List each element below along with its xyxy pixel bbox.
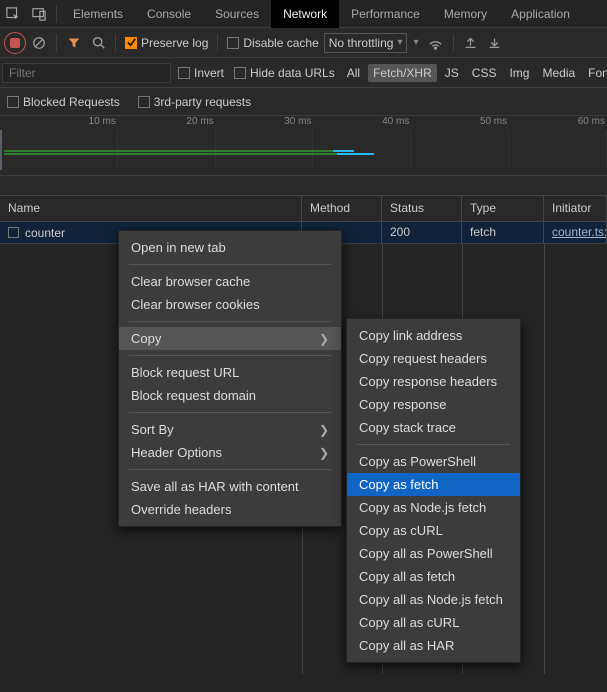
ctx-copy-as-node-fetch[interactable]: Copy as Node.js fetch bbox=[347, 496, 520, 519]
timeline-tick: 50 ms bbox=[411, 116, 509, 130]
ctx-copy-all-node-fetch[interactable]: Copy all as Node.js fetch bbox=[347, 588, 520, 611]
col-initiator[interactable]: Initiator bbox=[544, 196, 607, 221]
preserve-log-label: Preserve log bbox=[141, 36, 208, 50]
third-party-label: 3rd-party requests bbox=[154, 95, 251, 109]
throttling-select[interactable]: No throttling ▾ bbox=[324, 33, 408, 53]
cell-type: fetch bbox=[462, 222, 544, 243]
inspect-icon[interactable] bbox=[0, 0, 26, 28]
blocked-requests-checkbox[interactable]: Blocked Requests bbox=[4, 95, 123, 109]
col-type[interactable]: Type bbox=[462, 196, 544, 221]
ctx-header-options[interactable]: Header Options❯ bbox=[119, 441, 341, 464]
ctx-copy-all-har[interactable]: Copy all as HAR bbox=[347, 634, 520, 657]
upload-har-icon[interactable] bbox=[460, 32, 482, 54]
ctx-override-headers[interactable]: Override headers bbox=[119, 498, 341, 521]
ctx-copy-stack-trace[interactable]: Copy stack trace bbox=[347, 416, 520, 439]
ctx-copy-response[interactable]: Copy response bbox=[347, 393, 520, 416]
filter-type-all[interactable]: All bbox=[342, 64, 365, 82]
filter-type-css[interactable]: CSS bbox=[467, 64, 502, 82]
chevron-right-icon: ❯ bbox=[319, 332, 329, 346]
ctx-copy-all-powershell[interactable]: Copy all as PowerShell bbox=[347, 542, 520, 565]
timeline-tick: 60 ms bbox=[509, 116, 607, 130]
filter-type-img[interactable]: Img bbox=[504, 64, 534, 82]
context-menu-copy-sub: Copy link address Copy request headers C… bbox=[346, 318, 521, 663]
ctx-copy-as-curl[interactable]: Copy as cURL bbox=[347, 519, 520, 542]
col-name[interactable]: Name bbox=[0, 196, 302, 221]
ctx-open-new-tab[interactable]: Open in new tab bbox=[119, 236, 341, 259]
disable-cache-label: Disable cache bbox=[243, 36, 318, 50]
ctx-copy-all-fetch[interactable]: Copy all as fetch bbox=[347, 565, 520, 588]
ctx-clear-cache[interactable]: Clear browser cache bbox=[119, 270, 341, 293]
filter-bar: Invert Hide data URLs AllFetch/XHRJSCSSI… bbox=[0, 58, 607, 88]
timeline-overview[interactable]: 10 ms20 ms30 ms40 ms50 ms60 ms bbox=[0, 116, 607, 176]
ctx-copy-all-curl[interactable]: Copy all as cURL bbox=[347, 611, 520, 634]
timeline-tick: 20 ms bbox=[118, 116, 216, 130]
hide-data-urls-label: Hide data URLs bbox=[250, 66, 335, 80]
ctx-copy-link[interactable]: Copy link address bbox=[347, 324, 520, 347]
timeline-tick: 10 ms bbox=[20, 116, 118, 130]
tab-memory[interactable]: Memory bbox=[432, 0, 499, 28]
network-toolbar: Preserve log Disable cache No throttling… bbox=[0, 28, 607, 58]
download-har-icon[interactable] bbox=[484, 32, 506, 54]
filter-icon[interactable] bbox=[63, 32, 85, 54]
preserve-log-checkbox[interactable]: Preserve log bbox=[122, 36, 211, 50]
tab-application[interactable]: Application bbox=[499, 0, 582, 28]
chevron-right-icon: ❯ bbox=[319, 423, 329, 437]
filter-type-js[interactable]: JS bbox=[440, 64, 464, 82]
filter-bar-secondary: Blocked Requests 3rd-party requests bbox=[0, 88, 607, 116]
tab-performance[interactable]: Performance bbox=[339, 0, 432, 28]
timeline-tick: 40 ms bbox=[313, 116, 411, 130]
ctx-clear-cookies[interactable]: Clear browser cookies bbox=[119, 293, 341, 316]
ctx-copy-as-fetch[interactable]: Copy as fetch bbox=[347, 473, 520, 496]
row-checkbox[interactable] bbox=[8, 227, 19, 238]
filter-input[interactable] bbox=[2, 63, 171, 83]
ctx-copy-as-powershell[interactable]: Copy as PowerShell bbox=[347, 450, 520, 473]
col-status[interactable]: Status bbox=[382, 196, 462, 221]
disable-cache-checkbox[interactable]: Disable cache bbox=[224, 36, 321, 50]
clear-icon[interactable] bbox=[28, 32, 50, 54]
request-table-header: Name Method Status Type Initiator bbox=[0, 196, 607, 222]
invert-label: Invert bbox=[194, 66, 224, 80]
tab-sources[interactable]: Sources bbox=[203, 0, 271, 28]
ctx-copy[interactable]: Copy❯ bbox=[119, 327, 341, 350]
filter-type-fetch-xhr[interactable]: Fetch/XHR bbox=[368, 64, 437, 82]
throttling-value: No throttling bbox=[329, 36, 394, 50]
blocked-requests-label: Blocked Requests bbox=[23, 95, 120, 109]
cell-initiator[interactable]: counter.ts: bbox=[552, 225, 607, 239]
ctx-save-har[interactable]: Save all as HAR with content bbox=[119, 475, 341, 498]
tab-elements[interactable]: Elements bbox=[61, 0, 135, 28]
col-method[interactable]: Method bbox=[302, 196, 382, 221]
ctx-sort-by[interactable]: Sort By❯ bbox=[119, 418, 341, 441]
hide-data-urls-checkbox[interactable]: Hide data URLs bbox=[231, 66, 338, 80]
ctx-block-url[interactable]: Block request URL bbox=[119, 361, 341, 384]
device-toolbar-icon[interactable] bbox=[26, 0, 52, 28]
network-conditions-icon[interactable] bbox=[425, 32, 447, 54]
search-icon[interactable] bbox=[87, 32, 109, 54]
third-party-requests-checkbox[interactable]: 3rd-party requests bbox=[135, 95, 254, 109]
cell-status: 200 bbox=[382, 222, 462, 243]
filter-type-media[interactable]: Media bbox=[537, 64, 580, 82]
context-menu: Open in new tab Clear browser cache Clea… bbox=[118, 230, 342, 527]
timeline-tick: 30 ms bbox=[216, 116, 314, 130]
main-tabs-bar: ElementsConsoleSourcesNetworkPerformance… bbox=[0, 0, 607, 28]
tab-network[interactable]: Network bbox=[271, 0, 339, 28]
invert-checkbox[interactable]: Invert bbox=[175, 66, 227, 80]
ctx-copy-resp-headers[interactable]: Copy response headers bbox=[347, 370, 520, 393]
record-button[interactable] bbox=[4, 32, 26, 54]
ctx-block-domain[interactable]: Block request domain bbox=[119, 384, 341, 407]
tab-console[interactable]: Console bbox=[135, 0, 203, 28]
filter-type-font[interactable]: Font bbox=[583, 64, 607, 82]
cell-name: counter bbox=[25, 226, 65, 240]
chevron-right-icon: ❯ bbox=[319, 446, 329, 460]
ctx-copy-req-headers[interactable]: Copy request headers bbox=[347, 347, 520, 370]
